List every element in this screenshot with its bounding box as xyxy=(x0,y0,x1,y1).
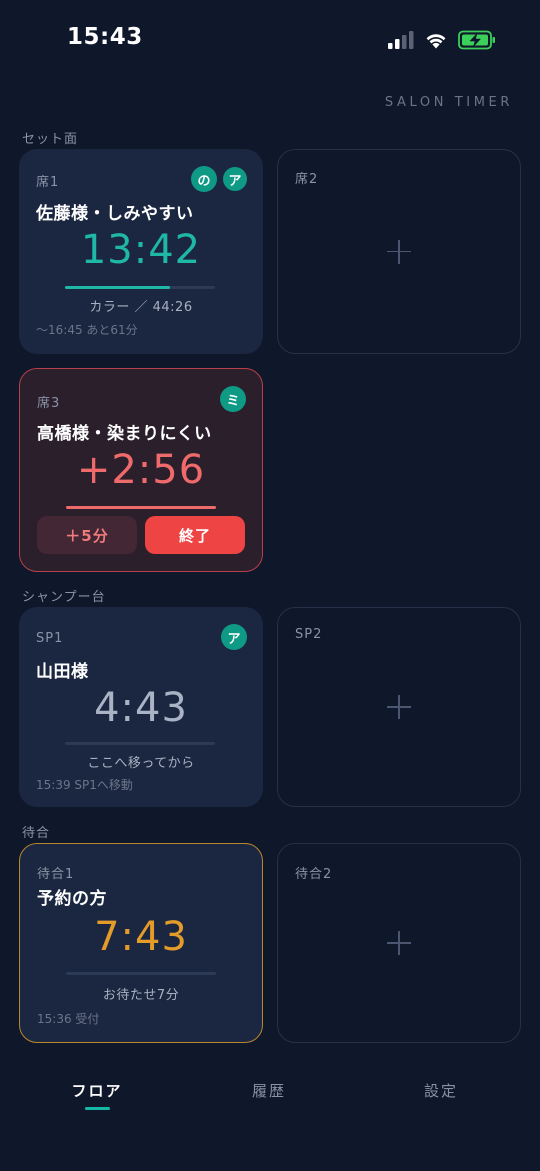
section-label-cut: セット面 xyxy=(22,132,79,147)
section-label-shampoo: シャンプー台 xyxy=(22,590,106,605)
battery-charging-icon xyxy=(458,30,495,50)
customer-name: 佐藤様・しみやすい xyxy=(36,204,194,224)
overtime-timer: +2:56 xyxy=(76,447,206,493)
progress-bar xyxy=(66,506,216,509)
checkin-footnote: 15:36 受付 xyxy=(37,1012,100,1026)
seat-label: 席3 xyxy=(37,396,61,411)
customer-name: 予約の方 xyxy=(37,889,107,909)
waiting-card-1[interactable]: 待合1 予約の方 7:43 お待たせ7分 15:36 受付 xyxy=(19,843,263,1043)
seat-label: 待合2 xyxy=(295,867,333,882)
extend-5min-button[interactable]: ＋5分 xyxy=(37,516,137,554)
tab-settings[interactable]: 設定 xyxy=(391,1080,491,1101)
status-icons xyxy=(388,28,496,52)
tab-floor[interactable]: フロア xyxy=(47,1080,147,1101)
staff-badge[interactable]: ア xyxy=(221,624,247,650)
staff-badge[interactable]: の xyxy=(191,166,217,192)
eta-footnote: 〜16:45 あと61分 xyxy=(36,323,138,337)
cellular-signal-icon xyxy=(388,31,414,49)
staff-badges: ミ xyxy=(220,386,246,412)
shampoo-card-2[interactable]: SP2 xyxy=(277,607,521,807)
seat-label: 待合1 xyxy=(37,867,75,882)
status-time: 15:43 xyxy=(67,24,143,50)
progress-bar xyxy=(65,742,215,745)
elapsed-timer: 4:43 xyxy=(94,685,188,731)
active-tab-indicator xyxy=(85,1107,110,1110)
seat-label: 席1 xyxy=(36,175,60,190)
app-brand: SALON TIMER xyxy=(384,95,513,110)
seat-label: 席2 xyxy=(295,172,319,187)
staff-badge[interactable]: ミ xyxy=(220,386,246,412)
section-label-waiting: 待合 xyxy=(22,826,51,841)
progress-bar xyxy=(65,286,215,289)
seat-label: SP1 xyxy=(36,631,64,646)
waiting-card-2[interactable]: 待合2 xyxy=(277,843,521,1043)
finish-button[interactable]: 終了 xyxy=(145,516,245,554)
customer-name: 山田様 xyxy=(36,662,89,682)
waiting-timer: 7:43 xyxy=(94,914,188,960)
shampoo-card-1[interactable]: SP1 ア 山田様 4:43 ここへ移ってから 15:39 SP1へ移動 xyxy=(19,607,263,807)
add-icon[interactable] xyxy=(387,931,411,955)
customer-name: 高橋様・染まりにくい xyxy=(37,424,212,444)
timer-caption: ここへ移ってから xyxy=(87,756,195,771)
staff-badges: ア xyxy=(221,624,247,650)
seat-card-3[interactable]: 席3 ミ 高橋様・染まりにくい +2:56 ＋5分 終了 xyxy=(19,368,263,572)
seat-card-2[interactable]: 席2 xyxy=(277,149,521,354)
seat-card-1[interactable]: 席1 の ア 佐藤様・しみやすい 13:42 カラー ／ 44:26 〜16:4… xyxy=(19,149,263,354)
moved-footnote: 15:39 SP1へ移動 xyxy=(36,778,133,792)
add-icon[interactable] xyxy=(387,239,411,264)
tab-history[interactable]: 履歴 xyxy=(219,1080,319,1101)
progress-bar xyxy=(66,972,216,975)
service-caption: カラー ／ 44:26 xyxy=(89,300,193,315)
waiting-caption: お待たせ7分 xyxy=(102,988,180,1003)
progress-fill xyxy=(65,286,170,289)
elapsed-timer: 13:42 xyxy=(80,227,202,273)
wifi-icon xyxy=(426,34,446,49)
seat-label: SP2 xyxy=(295,627,323,642)
staff-badges: の ア xyxy=(191,166,247,192)
staff-badge[interactable]: ア xyxy=(223,167,247,191)
add-icon[interactable] xyxy=(387,695,411,719)
progress-fill xyxy=(66,506,216,509)
